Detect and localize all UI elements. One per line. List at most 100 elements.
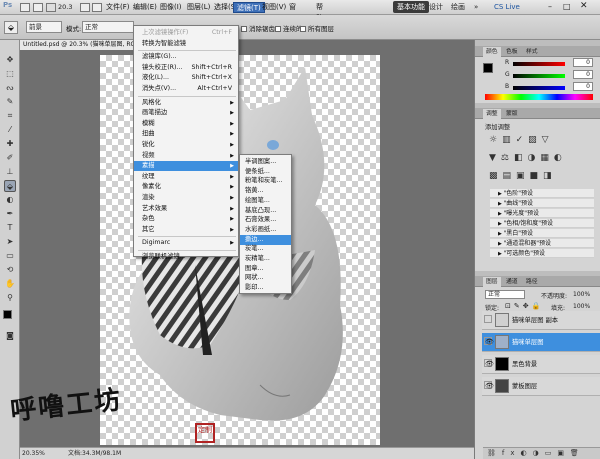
type-tool-icon[interactable]: T <box>4 222 16 234</box>
adjustment-preset-item[interactable]: ▶ "色相/饱和度"预设 <box>490 219 594 228</box>
layer-visibility-eye-icon[interactable]: 👁 <box>484 381 494 390</box>
fill-value[interactable]: 100% <box>573 303 590 310</box>
status-zoom[interactable]: 20.35% <box>22 448 45 459</box>
sketch-submenu-item[interactable]: 绘图笔... <box>240 196 291 206</box>
adjustment-preset-item[interactable]: ▶ "通道混和器"预设 <box>490 239 594 248</box>
menu-image[interactable]: 图像(I) <box>157 2 185 13</box>
filter-menu-item[interactable]: 纹理 ▶ <box>134 172 238 182</box>
sketch-submenu-item[interactable]: 炭精笔... <box>240 254 291 264</box>
workspace-painting-button[interactable]: 绘画 <box>447 1 469 13</box>
blend-mode-select[interactable]: 正常 <box>485 290 525 299</box>
path-select-tool-icon[interactable]: ➤ <box>4 236 16 248</box>
adjustment-icons-row-3[interactable]: ▩▤▣■◨ <box>489 171 557 181</box>
brush-tool-icon[interactable]: ✐ <box>4 152 16 164</box>
menu-view[interactable]: 视图(V) <box>259 2 289 13</box>
filter-menu-item[interactable]: 模糊 ▶ <box>134 119 238 129</box>
layer-visibility-eye-icon[interactable] <box>484 315 492 323</box>
tab-paths[interactable]: 路径 <box>523 277 541 287</box>
minimize-icon[interactable]: – <box>548 2 552 11</box>
filter-menu-item[interactable]: 其它 ▶ <box>134 225 238 235</box>
paint-bucket-tool-icon[interactable]: ⬙ <box>4 180 16 192</box>
hand-tool-icon[interactable]: ✋ <box>4 278 16 290</box>
lasso-tool-icon[interactable]: ᔓ <box>4 82 16 94</box>
layer-visibility-eye-icon[interactable]: 👁 <box>484 359 494 368</box>
layers-footer-icons[interactable]: ⛓fx◐◑▭▣🗑 <box>483 447 600 459</box>
layer-row[interactable]: 猫咪单层图 副本 <box>482 311 600 330</box>
tab-styles[interactable]: 样式 <box>523 47 541 57</box>
contiguous-checkbox[interactable]: 连续的 <box>275 23 303 33</box>
red-value-input[interactable]: 0 <box>573 58 593 67</box>
green-slider[interactable] <box>513 74 565 78</box>
adjustment-icons-row-1[interactable]: ☼▥✓▨▽ <box>489 135 554 145</box>
sketch-submenu-item[interactable]: 石膏效果... <box>240 215 291 225</box>
sketch-submenu-item[interactable]: 半调图案... <box>240 157 291 167</box>
opacity-value[interactable]: 100% <box>573 291 590 298</box>
dodge-tool-icon[interactable]: ◐ <box>4 194 16 206</box>
layer-visibility-eye-icon[interactable]: 👁 <box>484 337 494 346</box>
filter-menu-item[interactable]: 艺术效果 ▶ <box>134 204 238 214</box>
filter-menu-item[interactable]: 风格化 ▶ <box>134 98 238 108</box>
filter-menu-item[interactable]: 像素化 ▶ <box>134 182 238 192</box>
sketch-submenu-item[interactable]: 网状... <box>240 273 291 283</box>
fill-source-select[interactable]: 前景 <box>26 21 62 33</box>
sketch-submenu-item[interactable]: 图章... <box>240 264 291 274</box>
adjustment-preset-item[interactable]: ▶ "曝光度"预设 <box>490 209 594 218</box>
tab-swatches[interactable]: 色板 <box>503 47 521 57</box>
maximize-icon[interactable]: □ <box>563 2 571 11</box>
all-layers-checkbox[interactable]: 所有图层 <box>300 23 334 33</box>
tab-color[interactable]: 颜色 <box>483 47 501 57</box>
menu-layer[interactable]: 图层(L) <box>184 2 213 13</box>
antialias-checkbox[interactable]: 消除锯齿 <box>241 23 275 33</box>
filter-menu-item[interactable]: Digimarc ▶ <box>134 238 238 248</box>
move-tool-icon[interactable]: ✥ <box>4 54 16 66</box>
marquee-tool-icon[interactable]: ⬚ <box>4 68 16 80</box>
layer-row[interactable]: 👁 蒙板图层 <box>482 377 600 396</box>
crop-tool-icon[interactable]: ⌗ <box>4 110 16 122</box>
filter-menu-item[interactable]: 素描 ▶ <box>134 161 238 172</box>
foreground-swatch[interactable] <box>483 63 493 73</box>
foreground-color-swatch[interactable] <box>3 310 12 319</box>
stamp-tool-icon[interactable]: ⊥ <box>4 166 16 178</box>
menu-window[interactable]: 窗口(W) <box>286 2 304 33</box>
workspace-more-button[interactable]: » <box>470 1 482 13</box>
sketch-submenu-item[interactable]: 水彩画纸... <box>240 225 291 235</box>
layer-row[interactable]: 👁 猫咪单层图 <box>482 333 600 352</box>
mode-select[interactable]: 正常 <box>82 21 134 33</box>
lock-icons[interactable]: ⊡✎✥🔒 <box>505 302 543 310</box>
healing-tool-icon[interactable]: ✚ <box>4 138 16 150</box>
sketch-submenu-item[interactable]: 便条纸... <box>240 167 291 177</box>
filter-menu-item[interactable]: 视频 ▶ <box>134 151 238 161</box>
sketch-submenu-item[interactable]: 基底凸现... <box>240 206 291 216</box>
filter-menu-item[interactable]: 杂色 ▶ <box>134 214 238 224</box>
adjustment-preset-item[interactable]: ▶ "色阶"预设 <box>490 189 594 198</box>
workspace-basic-button[interactable]: 基本功能 <box>393 1 429 13</box>
filter-menu-item[interactable]: 浏览联机滤镜... <box>134 252 238 262</box>
sketch-submenu-item[interactable]: 撕边... <box>240 234 291 245</box>
filter-menu-item[interactable]: 消失点(V)... Alt+Ctrl+V <box>134 84 238 94</box>
tab-channels[interactable]: 通道 <box>503 277 521 287</box>
tab-adjustments[interactable]: 调整 <box>483 109 501 119</box>
close-icon[interactable]: ✕ <box>580 1 588 11</box>
workspace-design-button[interactable]: 设计 <box>425 1 447 13</box>
adjustment-preset-item[interactable]: ▶ "曲线"预设 <box>490 199 594 208</box>
sketch-submenu-item[interactable]: 炭笔... <box>240 244 291 254</box>
sketch-submenu-item[interactable]: 铬黄... <box>240 186 291 196</box>
adjustment-preset-item[interactable]: ▶ "黑白"预设 <box>490 229 594 238</box>
eyedropper-tool-icon[interactable]: ⁄ <box>4 124 16 136</box>
green-value-input[interactable]: 0 <box>573 70 593 79</box>
blue-value-input[interactable]: 0 <box>573 82 593 91</box>
tab-layers[interactable]: 图层 <box>483 277 501 287</box>
filter-menu-item[interactable]: 转换为智能滤镜 <box>134 39 238 49</box>
menu-help[interactable]: 帮助(H) <box>313 2 330 33</box>
blue-slider[interactable] <box>513 86 565 90</box>
quick-select-tool-icon[interactable]: ✎ <box>4 96 16 108</box>
sketch-submenu-item[interactable]: 粉笔和炭笔... <box>240 176 291 186</box>
menu-file[interactable]: 文件(F) <box>103 2 133 13</box>
sketch-submenu-item[interactable]: 影印... <box>240 283 291 293</box>
filter-menu-item[interactable]: 液化(L)... Shift+Ctrl+X <box>134 73 238 83</box>
shape-tool-icon[interactable]: ▭ <box>4 250 16 262</box>
zoom-tool-icon[interactable]: ⚲ <box>4 292 16 304</box>
red-slider[interactable] <box>513 62 565 66</box>
filter-menu-item[interactable]: 渲染 ▶ <box>134 193 238 203</box>
tab-masks[interactable]: 蒙版 <box>503 109 521 119</box>
